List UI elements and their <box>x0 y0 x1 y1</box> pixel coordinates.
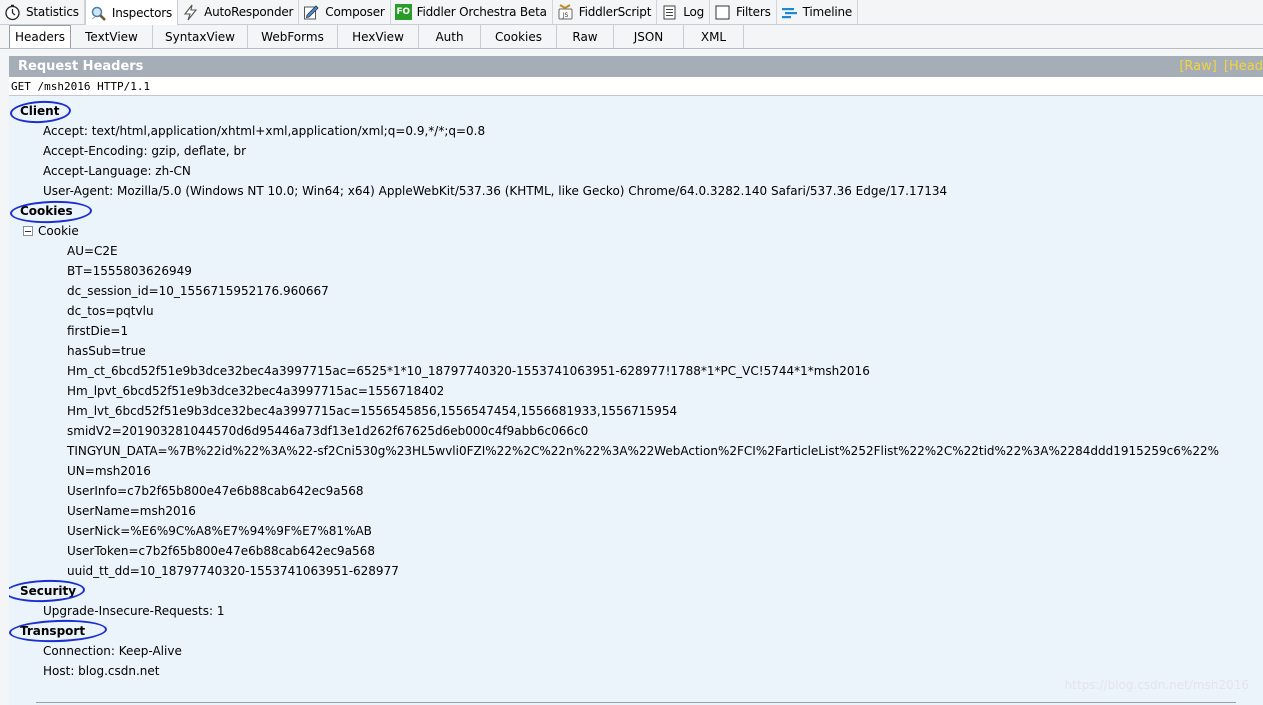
cookie-item: UN=msh2016 <box>67 464 151 478</box>
collapse-icon[interactable] <box>23 226 33 236</box>
compose-icon <box>303 4 320 21</box>
script-icon: JS <box>557 3 574 21</box>
tab-filters[interactable]: Filters <box>710 0 777 24</box>
stopwatch-icon <box>4 4 21 21</box>
cookie-item: dc_tos=pqtvlu <box>67 304 154 318</box>
header-accept: Accept: text/html,application/xhtml+xml,… <box>43 124 486 138</box>
watermark: https://blog.csdn.net/msh2016 <box>1064 678 1249 692</box>
tab-label: Log <box>683 5 705 19</box>
header-user-agent: User-Agent: Mozilla/5.0 (Windows NT 10.0… <box>43 184 948 198</box>
tab-composer[interactable]: Composer <box>299 0 391 24</box>
cookie-item: Hm_ct_6bcd52f51e9b3dce32bec4a3997715ac=6… <box>67 364 870 378</box>
timeline-icon <box>781 4 798 21</box>
header-host: Host: blog.csdn.net <box>43 664 160 678</box>
inspector-subtab-bar: Headers TextView SyntaxView WebForms Hex… <box>0 25 1263 49</box>
svg-text:JS: JS <box>562 12 569 19</box>
group-cookies[interactable]: Cookies <box>20 201 73 221</box>
request-line: GET /msh2016 HTTP/1.1 <box>9 77 1263 96</box>
cookie-item: AU=C2E <box>67 244 118 258</box>
tab-label: FiddlerScript <box>578 5 652 19</box>
main-tab-bar: Statistics Inspectors AutoResponder Comp… <box>0 0 1263 26</box>
subtab-hexview[interactable]: HexView <box>338 25 419 48</box>
subtab-json[interactable]: JSON <box>614 25 684 48</box>
checkbox-icon <box>714 4 731 21</box>
lightning-icon <box>182 4 199 21</box>
tab-log[interactable]: Log <box>657 0 711 24</box>
headers-inspector-panel: Request Headers [Raw] [Head GET /msh2016… <box>9 56 1263 705</box>
group-security[interactable]: Security <box>20 581 76 601</box>
tab-autoresponder[interactable]: AutoResponder <box>178 0 300 24</box>
tab-fiddlerscript[interactable]: JS FiddlerScript <box>553 0 658 24</box>
subtab-xml[interactable]: XML <box>684 25 744 48</box>
subtab-cookies[interactable]: Cookies <box>481 25 557 48</box>
tab-inspectors[interactable]: Inspectors <box>84 0 179 26</box>
cookie-item: firstDie=1 <box>67 324 129 338</box>
tab-label: Composer <box>325 5 385 19</box>
subtab-textview[interactable]: TextView <box>71 25 153 48</box>
cookie-item: Hm_lpvt_6bcd52f51e9b3dce32bec4a3997715ac… <box>67 384 445 398</box>
subtab-auth[interactable]: Auth <box>419 25 481 48</box>
group-transport[interactable]: Transport <box>20 621 85 641</box>
tab-label: Statistics <box>26 5 79 19</box>
header-upgrade-insecure-requests: Upgrade-Insecure-Requests: 1 <box>43 604 225 618</box>
tab-statistics[interactable]: Statistics <box>0 0 85 24</box>
tab-label: Inspectors <box>111 6 173 20</box>
fo-badge-icon: FO <box>394 4 412 20</box>
cookie-tree-node[interactable]: Cookie <box>23 221 79 241</box>
tab-timeline[interactable]: Timeline <box>777 0 859 24</box>
subtab-webforms[interactable]: WebForms <box>248 25 338 48</box>
divider <box>36 702 1236 703</box>
tab-label: Timeline <box>802 5 853 19</box>
cookie-node-label: Cookie <box>38 224 79 238</box>
cookie-item: TINGYUN_DATA=%7B%22id%22%3A%22-sf2Cni530… <box>67 444 1219 458</box>
tab-label: Fiddler Orchestra Beta <box>416 5 547 19</box>
cookie-item: hasSub=true <box>67 344 146 358</box>
subtab-headers[interactable]: Headers <box>9 25 71 48</box>
subtab-syntaxview[interactable]: SyntaxView <box>153 25 248 48</box>
tab-label: Filters <box>736 5 771 19</box>
magnifier-icon <box>90 5 107 22</box>
header-connection: Connection: Keep-Alive <box>43 644 182 658</box>
header-accept-language: Accept-Language: zh-CN <box>43 164 191 178</box>
tab-label: AutoResponder <box>204 5 294 19</box>
cookie-item: dc_session_id=10_1556715952176.960667 <box>67 284 329 298</box>
cookie-item: Hm_lvt_6bcd52f51e9b3dce32bec4a3997715ac=… <box>67 404 678 418</box>
subtab-raw[interactable]: Raw <box>557 25 614 48</box>
cookie-item: BT=1555803626949 <box>67 264 192 278</box>
log-icon <box>661 4 678 21</box>
cookie-item: uuid_tt_dd=10_18797740320-1553741063951-… <box>67 564 399 578</box>
cookie-item: UserName=msh2016 <box>67 504 196 518</box>
request-headers-header: Request Headers [Raw] [Head <box>9 56 1263 77</box>
cookie-item: UserNick=%E6%9C%A8%E7%94%9F%E7%81%AB <box>67 524 372 538</box>
raw-header-links[interactable]: [Raw] [Head <box>1179 56 1263 77</box>
header-accept-encoding: Accept-Encoding: gzip, deflate, br <box>43 144 247 158</box>
cookie-item: UserInfo=c7b2f65b800e47e6b88cab642ec9a56… <box>67 484 364 498</box>
panel-title: Request Headers <box>18 59 144 74</box>
cookie-item: smidV2=201903281044570d6d95446a73df13e1d… <box>67 424 589 438</box>
group-client[interactable]: Client <box>20 101 59 121</box>
tab-fiddler-orchestra[interactable]: FO Fiddler Orchestra Beta <box>391 0 553 24</box>
cookie-item: UserToken=c7b2f65b800e47e6b88cab642ec9a5… <box>67 544 375 558</box>
